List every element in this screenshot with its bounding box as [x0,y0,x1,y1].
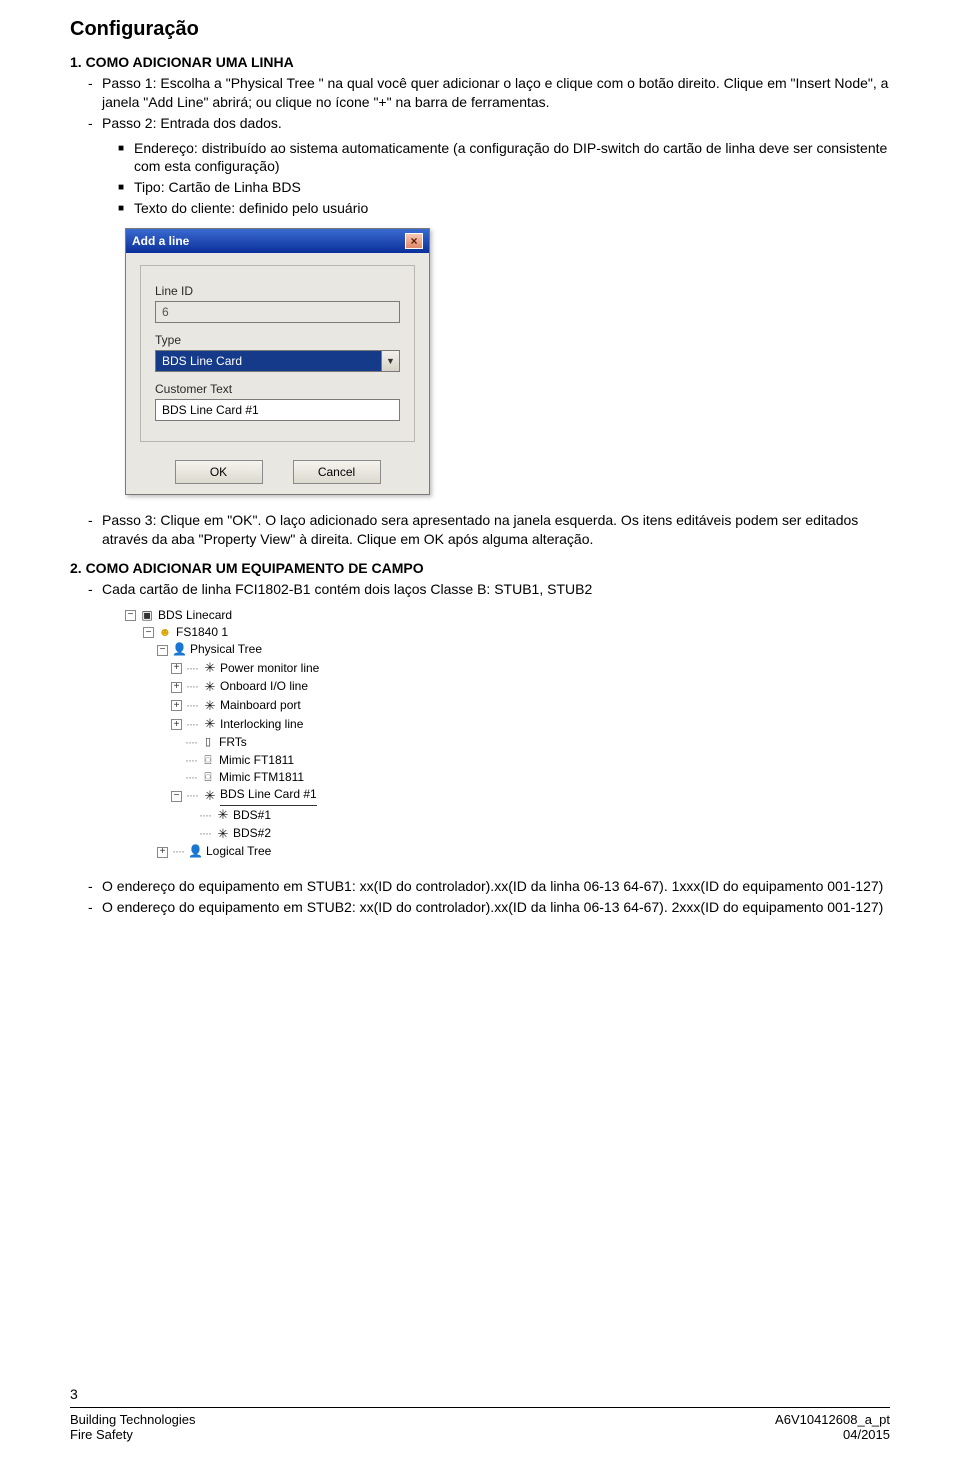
mimic-icon: ⌼ [201,752,215,769]
step2-sub-text: Cada cartão de linha FCI1802-B1 contém d… [88,580,890,599]
panel-icon: ▣ [140,607,154,624]
tree-node[interactable]: −▣BDS Linecard [125,607,890,624]
tree-node[interactable]: ····⌼Mimic FTM1811 [125,769,890,786]
tree-node[interactable]: ····✳BDS#2 [125,825,890,844]
node-icon: ✳ [202,787,216,806]
tree-node[interactable]: −👤Physical Tree [125,641,890,658]
tree-node[interactable]: ····⌼Mimic FT1811 [125,752,890,769]
tree-label: BDS#1 [233,807,271,824]
tree-node[interactable]: +····👤Logical Tree [125,843,890,860]
plus-icon[interactable]: + [157,847,168,858]
tree-label: FS1840 1 [176,624,228,641]
close-icon[interactable]: × [405,233,423,249]
dialog-title: Add a line [132,234,189,248]
customer-text-label: Customer Text [155,382,400,396]
tree-node[interactable]: ····▯FRTs [125,734,890,751]
minus-icon[interactable]: − [143,627,154,638]
node-icon: ✳ [215,825,229,844]
line-id-label: Line ID [155,284,400,298]
stub1-text: O endereço do equipamento em STUB1: xx(I… [88,877,890,896]
step2-heading: 2. COMO ADICIONAR UM EQUIPAMENTO DE CAMP… [70,559,890,578]
tree-label: Interlocking line [220,716,303,733]
minus-icon[interactable]: − [171,791,182,802]
tree-label: Logical Tree [206,843,271,860]
page-number: 3 [70,1386,78,1402]
tree-label: BDS#2 [233,825,271,842]
node-icon: ✳ [202,659,216,678]
step3-text: Passo 3: Clique em "OK". O laço adiciona… [88,511,890,549]
ok-button[interactable]: OK [175,460,263,484]
footer-left-1: Building Technologies [70,1412,196,1427]
frt-icon: ▯ [201,735,215,751]
person-icon: 👤 [188,843,202,860]
tree-label: Physical Tree [190,641,262,658]
node-icon: ✳ [202,678,216,697]
chevron-down-icon[interactable]: ▼ [381,351,399,371]
minus-icon[interactable]: − [157,645,168,656]
tree-label: Mimic FT1811 [219,752,294,769]
physical-tree-view: −▣BDS Linecard −☻FS1840 1 −👤Physical Tre… [125,607,890,861]
step2-text: Passo 2: Entrada dos dados. [88,114,890,133]
tree-node[interactable]: +····✳Mainboard port [125,697,890,716]
step1-text: Passo 1: Escolha a "Physical Tree " na q… [88,74,890,112]
tree-label: Mimic FTM1811 [219,769,304,786]
cancel-button[interactable]: Cancel [293,460,381,484]
bullet-clienttext: Texto do cliente: definido pelo usuário [118,199,890,218]
plus-icon[interactable]: + [171,700,182,711]
page-footer: Building Technologies A6V10412608_a_pt F… [70,1407,890,1442]
plus-icon[interactable]: + [171,682,182,693]
dialog-group: Line ID Type ▼ Customer Text [140,265,415,442]
tree-node[interactable]: −☻FS1840 1 [125,624,890,641]
tree-label: Power monitor line [220,660,319,677]
mimic-icon: ⌼ [201,769,215,786]
tree-node[interactable]: ····✳BDS#1 [125,806,890,825]
customer-text-field[interactable] [155,399,400,421]
minus-icon[interactable]: − [125,610,136,621]
footer-right-2: 04/2015 [843,1427,890,1442]
tree-node[interactable]: −····✳BDS Line Card #1 [125,786,890,805]
footer-left-2: Fire Safety [70,1427,133,1442]
bullet-type: Tipo: Cartão de Linha BDS [118,178,890,197]
section-heading: Configuração [70,18,890,41]
bullet-address: Endereço: distribuído ao sistema automat… [118,139,890,177]
tree-node[interactable]: +····✳Interlocking line [125,715,890,734]
type-select[interactable] [155,350,400,372]
tree-node[interactable]: +····✳Onboard I/O line [125,678,890,697]
person-icon: 👤 [172,641,186,658]
tree-label: BDS Linecard [158,607,232,624]
smile-icon: ☻ [158,624,172,641]
footer-right-1: A6V10412608_a_pt [775,1412,890,1427]
plus-icon[interactable]: + [171,663,182,674]
stub2-text: O endereço do equipamento em STUB2: xx(I… [88,898,890,917]
type-label: Type [155,333,400,347]
tree-label: Onboard I/O line [220,678,308,695]
node-icon: ✳ [202,697,216,716]
tree-label: FRTs [219,734,247,751]
node-icon: ✳ [202,715,216,734]
add-line-dialog: Add a line × Line ID Type ▼ Customer Tex… [125,228,430,495]
dialog-titlebar: Add a line × [126,229,429,253]
line-id-field [155,301,400,323]
plus-icon[interactable]: + [171,719,182,730]
tree-label: BDS Line Card #1 [220,787,317,801]
step1-heading: 1. COMO ADICIONAR UMA LINHA [70,53,890,72]
tree-label: Mainboard port [220,697,301,714]
node-icon: ✳ [215,806,229,825]
tree-node[interactable]: +····✳Power monitor line [125,659,890,678]
